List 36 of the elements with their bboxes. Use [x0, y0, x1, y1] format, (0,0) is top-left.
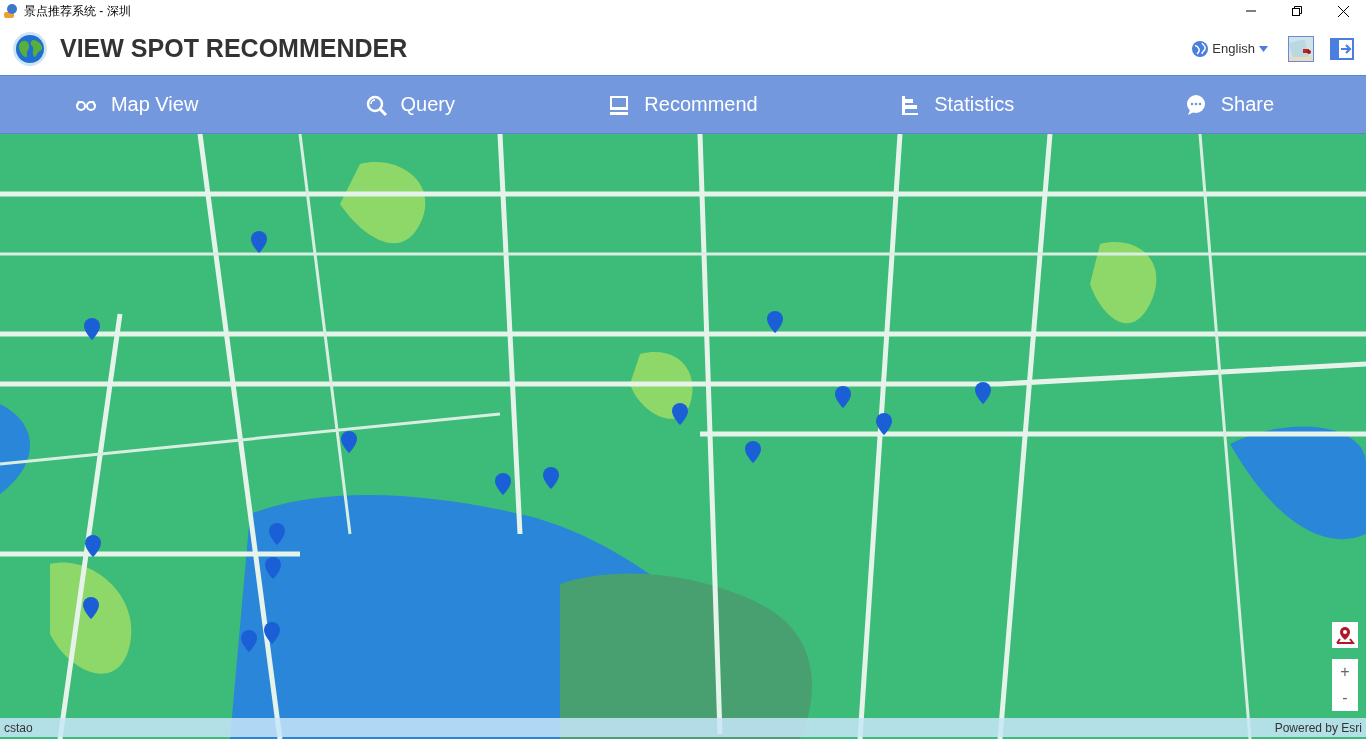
map-pin-icon[interactable] [672, 403, 688, 425]
map-pin-icon[interactable] [835, 386, 851, 408]
close-icon[interactable] [1337, 5, 1349, 17]
search-icon [364, 93, 387, 116]
globe-icon [12, 30, 48, 67]
nav-tab[interactable]: Share [1092, 76, 1366, 133]
map-pin-icon[interactable] [975, 382, 991, 404]
globe-icon [1192, 40, 1209, 57]
nav-tab[interactable]: Statistics [819, 76, 1093, 133]
restore-icon[interactable] [1292, 6, 1302, 16]
map-pin-icon[interactable] [83, 597, 99, 619]
window-title: 景点推荐系统 - 深圳 [24, 2, 132, 20]
map-pin-icon[interactable] [84, 318, 100, 340]
map-pin-icon[interactable] [767, 311, 783, 333]
nav-tab[interactable]: Recommend [546, 76, 820, 133]
nav-tab[interactable]: Query [273, 76, 547, 133]
map-pin-icon[interactable] [85, 535, 101, 557]
map-pin-icon[interactable] [264, 622, 280, 644]
caret-icon [1259, 45, 1268, 52]
map-pin-icon[interactable] [251, 231, 267, 253]
zoom-out-button[interactable]: - [1332, 685, 1358, 711]
map-pin-icon[interactable] [341, 431, 357, 453]
attribution-text: cstao [4, 720, 33, 735]
zoom-in-button[interactable]: + [1332, 659, 1358, 685]
logout-icon[interactable] [1330, 37, 1354, 60]
language-dropdown[interactable]: English [1192, 40, 1268, 57]
map-pin-icon[interactable] [543, 467, 559, 489]
app-icon [4, 4, 18, 18]
monitor-icon [608, 93, 631, 116]
app-title: VIEW SPOT RECOMMENDER [60, 34, 409, 63]
map-pin-icon[interactable] [495, 473, 511, 495]
chat-bubble-icon [1184, 93, 1207, 116]
map-pin-icon[interactable] [876, 413, 892, 435]
nav-tab[interactable]: Map View [0, 76, 274, 133]
map-pin-icon[interactable] [745, 441, 761, 463]
attribution-text: Powered by Esri [1274, 720, 1362, 735]
